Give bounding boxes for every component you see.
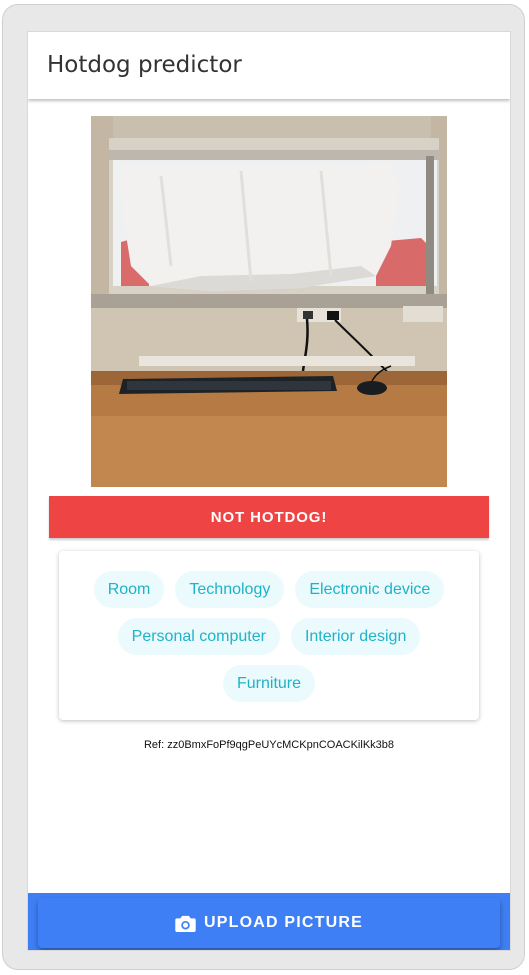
- label-chip: Room: [93, 571, 165, 608]
- upload-picture-label: UPLOAD PICTURE: [203, 914, 364, 931]
- photo-illustration: [91, 116, 447, 487]
- label-chip: Furniture: [222, 665, 316, 702]
- label-chip: Interior design: [290, 618, 421, 655]
- upload-picture-button[interactable]: UPLOAD PICTURE: [38, 898, 500, 948]
- label-chip: Personal computer: [117, 618, 280, 655]
- camera-icon: [175, 915, 196, 932]
- reference-id: Ref: zz0BmxFoPf9qgPeUYcMCKpnCOACKilKk3b8: [143, 739, 395, 751]
- label-chip: Technology: [175, 571, 285, 608]
- app-title: Hotdog predictor: [47, 52, 242, 78]
- app-screen: Hotdog predictor NOT HOTDOG! Room Techno…: [27, 31, 511, 951]
- label-chip: Electronic device: [295, 571, 445, 608]
- labels-card: Room Technology Electronic device Person…: [59, 551, 479, 720]
- uploaded-photo: [91, 116, 447, 487]
- prediction-result-banner: NOT HOTDOG!: [49, 496, 489, 538]
- device-frame: Hotdog predictor NOT HOTDOG! Room Techno…: [2, 4, 525, 970]
- app-bar: Hotdog predictor: [28, 32, 510, 99]
